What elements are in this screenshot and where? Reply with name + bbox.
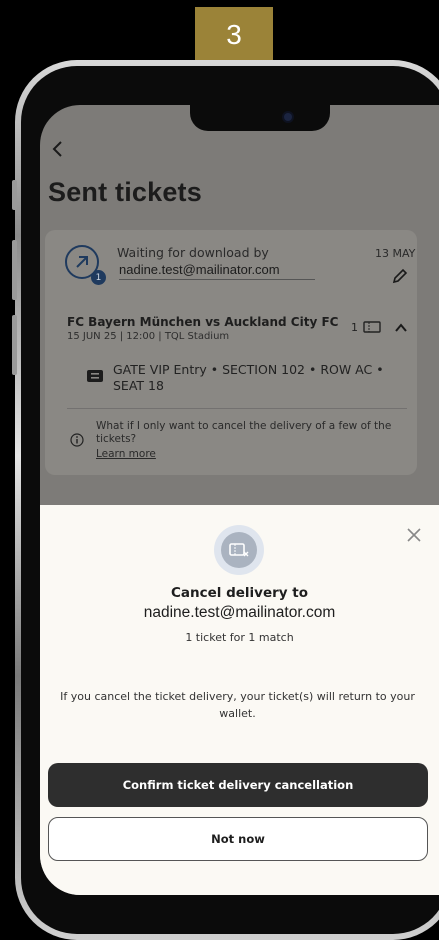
- info-icon: [70, 433, 84, 447]
- ticket-icon: [363, 321, 381, 333]
- close-icon[interactable]: [406, 527, 422, 543]
- dialog-title: Cancel delivery to: [170, 585, 309, 601]
- not-now-button[interactable]: Not now: [48, 817, 428, 861]
- side-button: [12, 240, 17, 300]
- dialog-email: nadine.test@mailinator.com: [143, 604, 336, 621]
- chevron-left-icon[interactable]: [48, 138, 70, 160]
- step-number: 3: [226, 19, 242, 50]
- email-underline: [119, 279, 315, 280]
- edit-icon[interactable]: [390, 266, 410, 286]
- match-details: 15 JUN 25 | 12:00 | TQL Stadium: [67, 331, 230, 342]
- confirm-cancellation-button[interactable]: Confirm ticket delivery cancellation: [48, 763, 428, 807]
- ticket-count: 1: [351, 321, 358, 334]
- sent-date: 13 MAY: [375, 247, 416, 260]
- dialog-note: If you cancel the ticket delivery, your …: [60, 690, 415, 720]
- faq-question: What if I only want to cancel the delive…: [96, 420, 392, 445]
- camera: [284, 113, 292, 121]
- count-badge: 1: [91, 270, 106, 285]
- side-button: [12, 180, 17, 210]
- notch: [190, 105, 330, 131]
- chevron-up-icon[interactable]: [394, 321, 408, 335]
- seat-info: GATE VIP Entry • SECTION 102 • ROW AC •: [113, 362, 384, 377]
- learn-more-link[interactable]: Learn more: [96, 448, 156, 460]
- sent-ticket-card: 1 Waiting for download by nadine.test@ma…: [45, 230, 417, 475]
- page-title: Sent tickets: [48, 177, 202, 207]
- phone-screen: Sent tickets 1 Waiting for download by n…: [40, 105, 439, 895]
- ticket-icon: [87, 370, 103, 382]
- recipient-email: nadine.test@mailinator.com: [119, 262, 280, 277]
- seat-number: SEAT 18: [113, 378, 164, 393]
- status-label: Waiting for download by: [117, 245, 269, 260]
- cancel-ticket-icon: [214, 525, 264, 575]
- cancel-delivery-sheet: Cancel delivery to nadine.test@mailinato…: [40, 505, 439, 895]
- divider: [67, 408, 407, 409]
- step-badge: 3: [195, 7, 273, 63]
- side-button: [12, 315, 17, 375]
- dialog-subtitle: 1 ticket for 1 match: [185, 631, 294, 644]
- match-title: FC Bayern München vs Auckland City FC: [67, 315, 339, 329]
